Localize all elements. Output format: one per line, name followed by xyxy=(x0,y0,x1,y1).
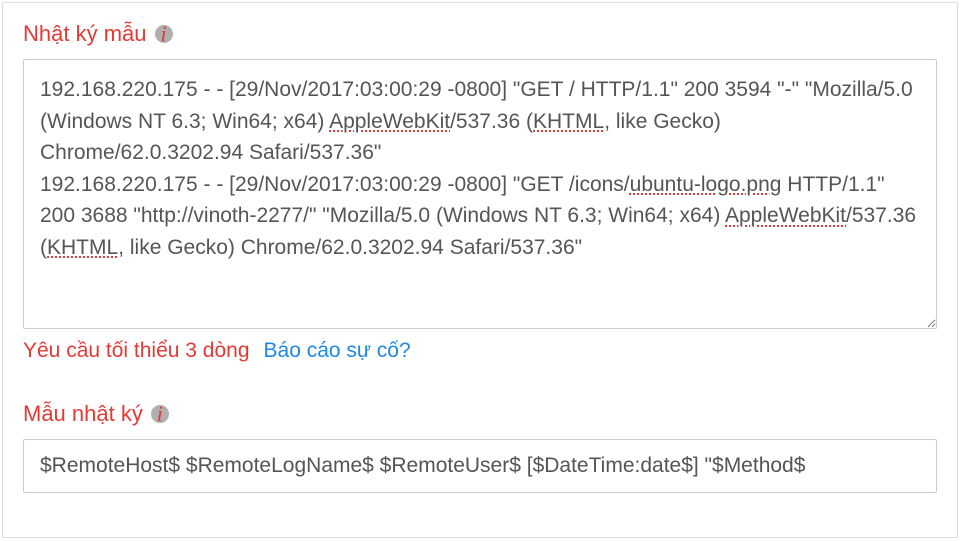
min-lines-error: Yêu cầu tối thiểu 3 dòng xyxy=(23,339,250,363)
sample-log-textarea[interactable]: 192.168.220.175 - - [29/Nov/2017:03:00:2… xyxy=(23,59,937,329)
info-icon[interactable]: i xyxy=(155,25,173,43)
sample-log-label-row: Nhật ký mẫu i xyxy=(23,21,937,47)
log-pattern-label-row: Mẫu nhật ký i xyxy=(23,401,937,427)
hint-row: Yêu cầu tối thiểu 3 dòng Báo cáo sự cố? xyxy=(23,339,937,363)
log-pattern-input[interactable]: $RemoteHost$ $RemoteLogName$ $RemoteUser… xyxy=(23,439,937,493)
report-issue-link[interactable]: Báo cáo sự cố? xyxy=(264,339,411,363)
log-pattern-label: Mẫu nhật ký xyxy=(23,401,143,427)
info-icon[interactable]: i xyxy=(151,405,169,423)
log-pattern-section: Mẫu nhật ký i $RemoteHost$ $RemoteLogNam… xyxy=(23,401,937,493)
form-container: Nhật ký mẫu i 192.168.220.175 - - [29/No… xyxy=(2,2,958,538)
sample-log-label: Nhật ký mẫu xyxy=(23,21,147,47)
